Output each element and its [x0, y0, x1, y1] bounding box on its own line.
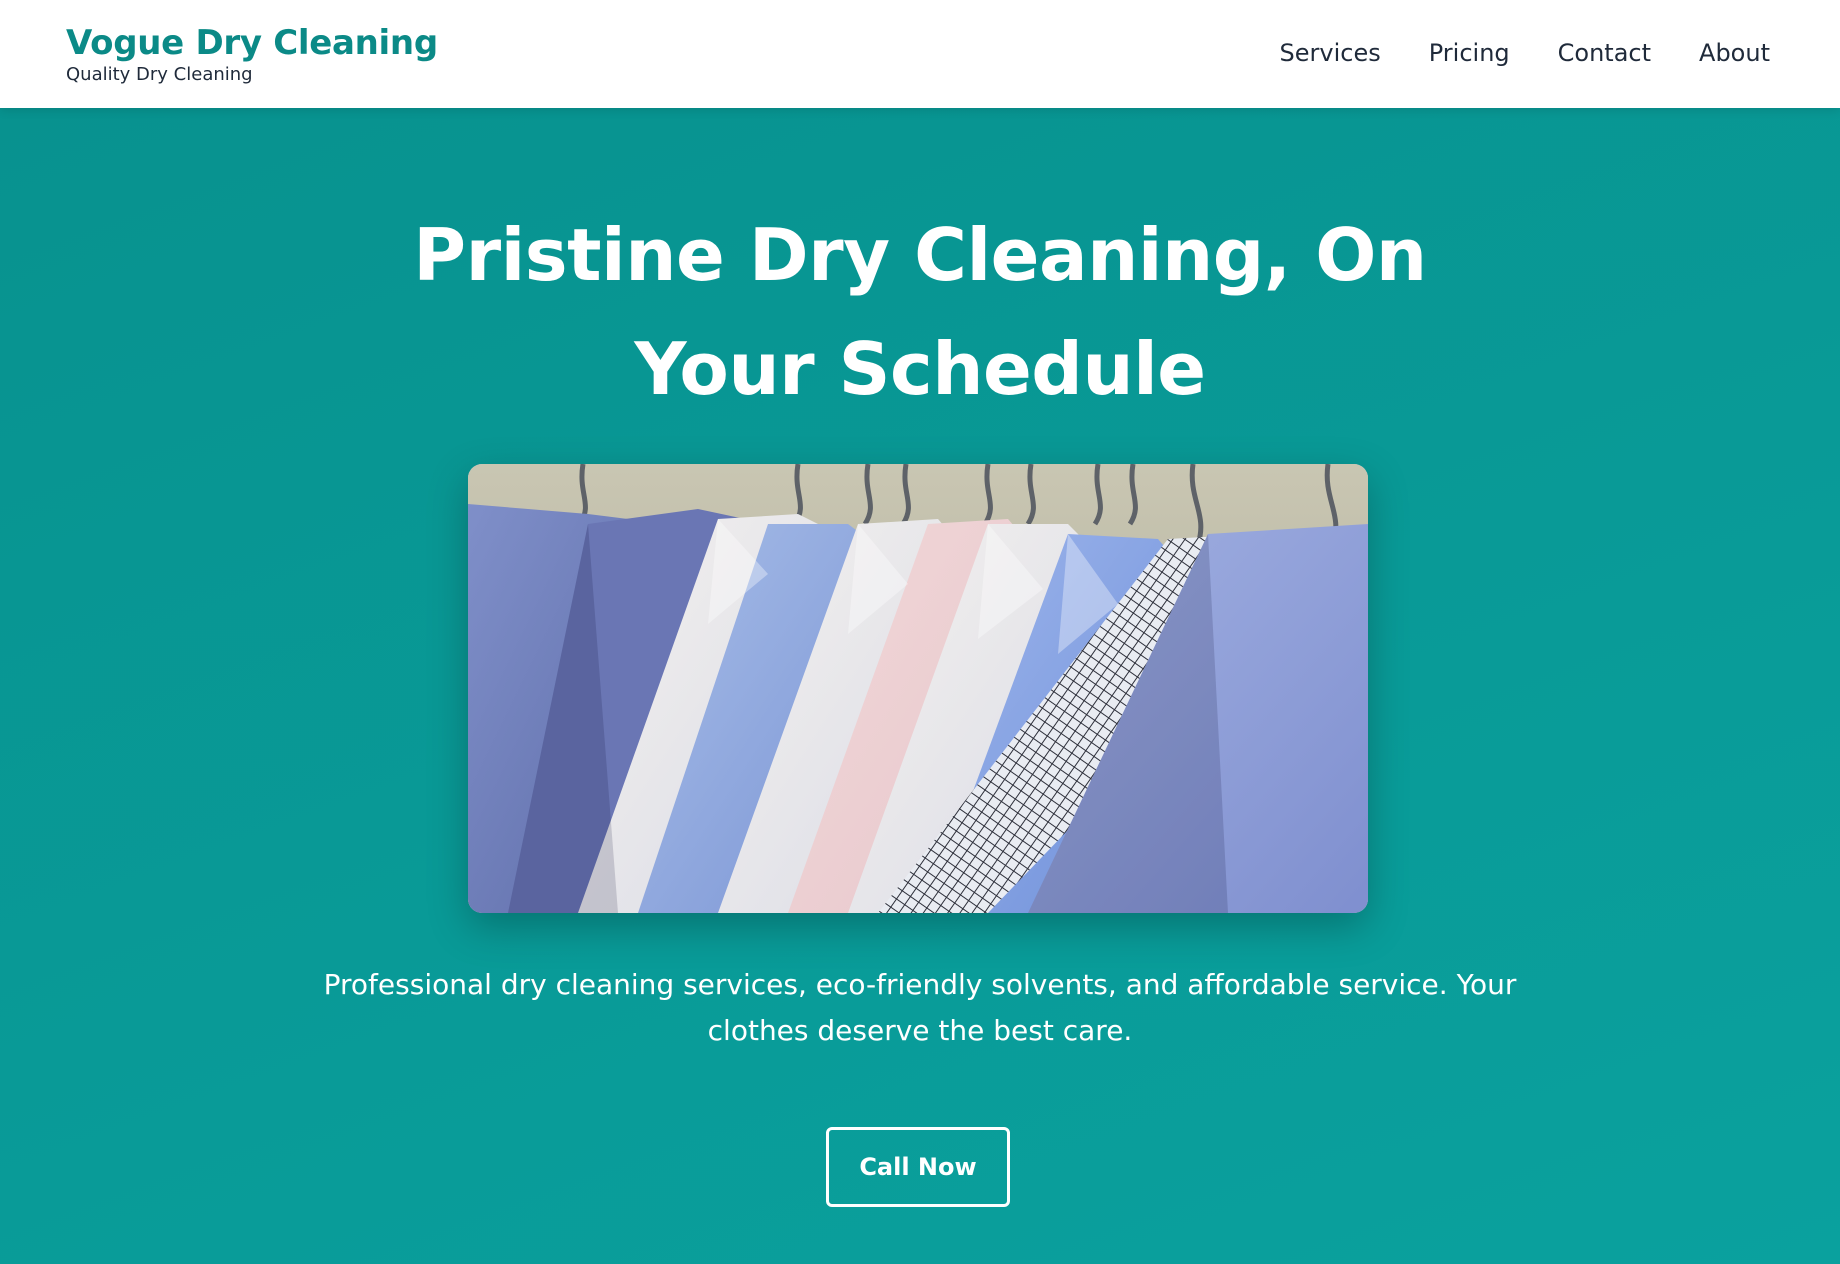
hero-title: Pristine Dry Cleaning, On Your Schedule	[413, 213, 1427, 411]
shirts-illustration	[468, 464, 1368, 913]
hero-section: Pristine Dry Cleaning, On Your Schedule	[0, 108, 1840, 1264]
hero-description: Professional dry cleaning services, eco-…	[323, 968, 1517, 1047]
brand[interactable]: Vogue Dry Cleaning Quality Dry Cleaning	[66, 22, 438, 86]
brand-tagline: Quality Dry Cleaning	[66, 64, 253, 85]
brand-title[interactable]: Vogue Dry Cleaning	[66, 22, 438, 64]
nav-link-services[interactable]: Services	[1280, 36, 1381, 70]
nav-link-pricing[interactable]: Pricing	[1429, 36, 1510, 70]
nav-link-contact[interactable]: Contact	[1558, 36, 1651, 70]
call-now-button[interactable]: Call Now	[826, 1127, 1010, 1207]
site-header: Vogue Dry Cleaning Quality Dry Cleaning …	[0, 0, 1840, 108]
hero-image	[468, 464, 1368, 913]
nav-link-about[interactable]: About	[1699, 36, 1770, 70]
main-nav: Services Pricing Contact About	[1232, 36, 1770, 70]
